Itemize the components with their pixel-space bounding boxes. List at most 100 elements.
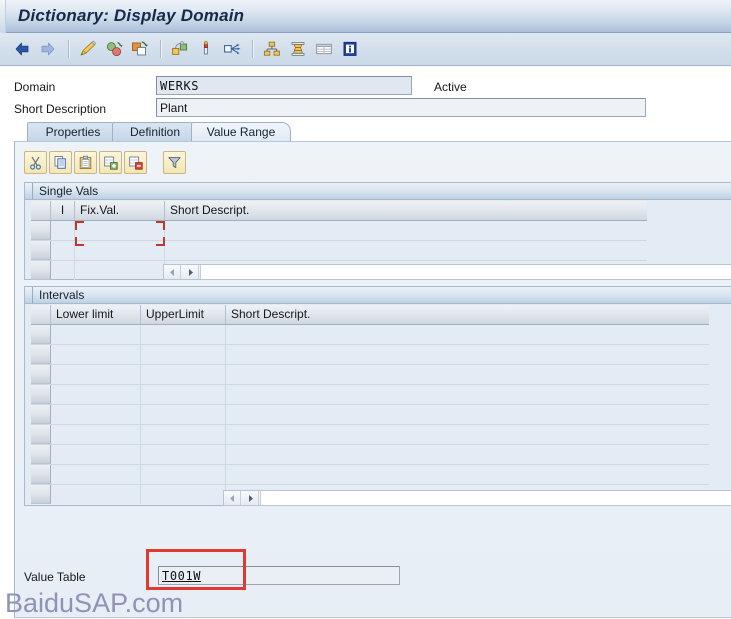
info-icon[interactable]	[338, 37, 362, 61]
cell-upper-limit[interactable]	[141, 345, 226, 364]
cell-upper-limit[interactable]	[141, 325, 226, 344]
tab-properties-label: Properties	[45, 125, 101, 139]
value-table-field[interactable]: T001W	[158, 566, 400, 585]
single-vals-scroll-right-button[interactable]	[182, 265, 199, 279]
row-handle[interactable]	[31, 221, 51, 240]
row-handle[interactable]	[31, 325, 51, 344]
tab-value-range[interactable]: Value Range	[191, 122, 291, 141]
navigate-icon[interactable]	[220, 37, 244, 61]
table-row[interactable]	[31, 221, 647, 241]
row-handle[interactable]	[31, 345, 51, 364]
table-row[interactable]	[31, 425, 709, 445]
cell-i[interactable]	[51, 221, 75, 240]
cell-lower-limit[interactable]	[51, 445, 141, 464]
cell-upper-limit[interactable]	[141, 485, 226, 504]
intervals-col-upper-limit[interactable]: UpperLimit	[141, 305, 226, 324]
cell-short-descript[interactable]	[165, 241, 647, 260]
intervals-scroll-track[interactable]	[260, 491, 731, 505]
filter-icon[interactable]	[163, 150, 186, 174]
cell-lower-limit[interactable]	[51, 485, 141, 504]
cell-upper-limit[interactable]	[141, 405, 226, 424]
paste-icon[interactable]	[74, 150, 97, 174]
intervals-col-short-descript[interactable]: Short Descript.	[226, 305, 709, 324]
cell-fix-val[interactable]	[75, 241, 165, 260]
delete-row-icon[interactable]	[124, 150, 147, 174]
cell-lower-limit[interactable]	[51, 465, 141, 484]
cell-lower-limit[interactable]	[51, 325, 141, 344]
table-icon[interactable]	[312, 37, 336, 61]
display-change-icon[interactable]	[76, 37, 100, 61]
value-range-icon[interactable]	[194, 37, 218, 61]
single-vals-col-shortdescript[interactable]: Short Descript.	[165, 201, 647, 220]
row-handle[interactable]	[31, 465, 51, 484]
cell-i[interactable]	[51, 241, 75, 260]
cell-upper-limit[interactable]	[141, 385, 226, 404]
cell-lower-limit[interactable]	[51, 345, 141, 364]
hierarchy-icon[interactable]	[260, 37, 284, 61]
row-handle[interactable]	[31, 425, 51, 444]
row-handle[interactable]	[31, 241, 51, 260]
row-handle[interactable]	[31, 485, 51, 504]
intervals-scroll-right-button[interactable]	[242, 491, 259, 505]
single-vals-scroll-track[interactable]	[200, 265, 731, 279]
single-vals-col-rowhandle[interactable]	[31, 201, 51, 220]
tab-properties[interactable]: Properties	[27, 122, 119, 141]
intervals-col-lower-limit[interactable]: Lower limit	[51, 305, 141, 324]
single-vals-col-fixval[interactable]: Fix.Val.	[75, 201, 165, 220]
cell-short-descript[interactable]	[165, 221, 647, 240]
cell-short-descript[interactable]	[226, 385, 709, 404]
table-row[interactable]	[31, 445, 709, 465]
cell-lower-limit[interactable]	[51, 405, 141, 424]
table-row[interactable]	[31, 345, 709, 365]
cell-i[interactable]	[51, 261, 75, 280]
cell-upper-limit[interactable]	[141, 445, 226, 464]
stack-icon[interactable]	[286, 37, 310, 61]
table-row[interactable]	[31, 365, 709, 385]
copy-icon[interactable]	[49, 150, 72, 174]
domain-field[interactable]: WERKS	[156, 76, 412, 95]
row-handle[interactable]	[31, 405, 51, 424]
intervals-col-rowhandle[interactable]	[31, 305, 51, 324]
forward-icon[interactable]	[36, 37, 60, 61]
intervals-scroll-left-button[interactable]	[224, 491, 241, 505]
cell-short-descript[interactable]	[226, 425, 709, 444]
cell-upper-limit[interactable]	[141, 465, 226, 484]
cell-short-descript[interactable]	[226, 365, 709, 384]
cell-lower-limit[interactable]	[51, 385, 141, 404]
row-handle[interactable]	[31, 445, 51, 464]
row-handle[interactable]	[31, 365, 51, 384]
single-vals-hscrollbar[interactable]	[163, 264, 731, 280]
intervals-header-tick	[32, 287, 33, 303]
cell-upper-limit[interactable]	[141, 425, 226, 444]
row-handle[interactable]	[31, 385, 51, 404]
single-vals-col-i[interactable]: I	[51, 201, 75, 220]
tab-definition[interactable]: Definition	[112, 122, 198, 141]
cell-lower-limit[interactable]	[51, 425, 141, 444]
cell-fix-val[interactable]	[75, 221, 165, 240]
cell-fix-val[interactable]	[75, 261, 165, 280]
cell-upper-limit[interactable]	[141, 365, 226, 384]
insert-row-icon[interactable]	[99, 150, 122, 174]
back-icon[interactable]	[10, 37, 34, 61]
cell-short-descript[interactable]	[226, 325, 709, 344]
cut-icon[interactable]	[24, 150, 47, 174]
check-icon[interactable]	[102, 37, 126, 61]
where-used-icon[interactable]	[168, 37, 192, 61]
table-row[interactable]	[31, 405, 709, 425]
cell-short-descript[interactable]	[226, 345, 709, 364]
cell-lower-limit[interactable]	[51, 365, 141, 384]
table-row[interactable]	[31, 465, 709, 485]
short-description-field[interactable]: Plant	[156, 98, 646, 117]
cell-short-descript[interactable]	[226, 445, 709, 464]
value-table-link[interactable]: T001W	[162, 569, 201, 583]
cell-short-descript[interactable]	[226, 465, 709, 484]
cell-short-descript[interactable]	[226, 405, 709, 424]
activate-icon[interactable]	[128, 37, 152, 61]
grid-toolbar	[24, 150, 188, 174]
table-row[interactable]	[31, 241, 647, 261]
row-handle[interactable]	[31, 261, 51, 280]
intervals-hscrollbar[interactable]	[223, 490, 731, 506]
table-row[interactable]	[31, 325, 709, 345]
single-vals-scroll-left-button[interactable]	[164, 265, 181, 279]
table-row[interactable]	[31, 385, 709, 405]
